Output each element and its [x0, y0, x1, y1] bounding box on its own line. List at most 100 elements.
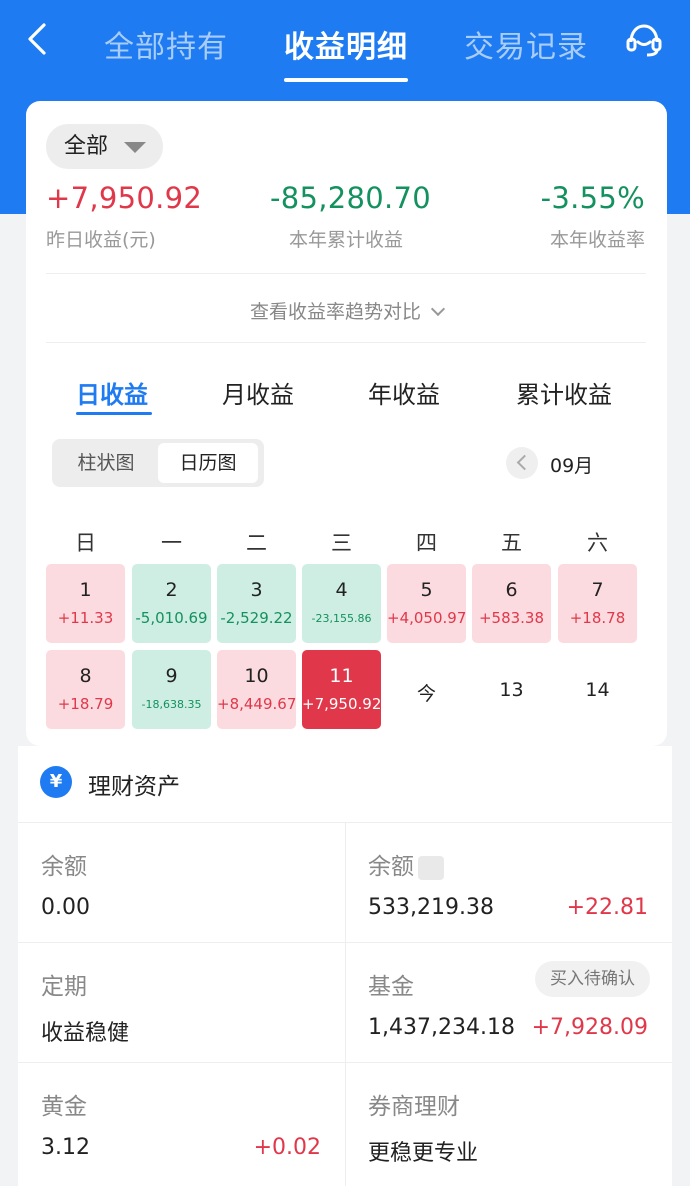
tab-yearly[interactable]: 年收益: [368, 375, 440, 410]
asset-change: +0.02: [253, 1135, 321, 1160]
weekday-label: 二: [246, 531, 267, 555]
weekday-label: 六: [587, 531, 608, 555]
account-filter-label: 全部: [64, 134, 109, 159]
calendar-day-number: 8: [79, 665, 92, 687]
calendar-day[interactable]: 7 +18.78: [558, 564, 637, 643]
divider: [46, 342, 646, 343]
top-tabs: 全部持有 收益明细 交易记录: [0, 14, 690, 84]
pending-confirm-badge: 买入待确认: [535, 961, 650, 997]
stat-label: 昨日收益(元): [46, 229, 156, 251]
asset-value: 533,219.38: [368, 895, 494, 920]
calendar-day-number: 2: [165, 579, 178, 601]
asset-title: 黄金: [41, 1094, 87, 1120]
calendar-day-earning: +18.79: [57, 695, 114, 713]
calendar-day-number: 4: [335, 579, 348, 601]
calendar-day-earning: -18,638.35: [141, 698, 202, 711]
tab-active-indicator: [284, 78, 408, 82]
calendar-day-number: 10: [244, 665, 269, 687]
calendar-day-number: 5: [420, 579, 433, 601]
calendar-day-number: 6: [505, 579, 518, 601]
calendar-day[interactable]: 14: [558, 650, 637, 729]
asset-fund[interactable]: 基金 买入待确认 1,437,234.18 +7,928.09: [345, 943, 672, 1063]
chevron-down-icon: [430, 301, 446, 317]
asset-title-text: 余额: [368, 854, 414, 880]
tab-cumulative[interactable]: 累计收益: [516, 375, 612, 410]
asset-broker[interactable]: 券商理财 更稳更专业: [345, 1063, 672, 1183]
stat-yesterday: +7,950.92 昨日收益(元): [46, 181, 202, 252]
asset-title: 基金: [368, 974, 414, 1000]
calendar-day-earning: +11.33: [57, 609, 114, 627]
asset-value: 3.12: [41, 1135, 90, 1160]
calendar-day[interactable]: 5 +4,050.97: [387, 564, 466, 643]
calendar-day[interactable]: 8 +18.79: [46, 650, 125, 729]
assets-title: 理财资产: [88, 774, 180, 800]
calendar-day-earning: +7,950.92: [302, 695, 382, 713]
calendar-day-number: 14: [585, 679, 610, 701]
headset-icon: [626, 24, 662, 57]
tab-all-holdings[interactable]: 全部持有: [104, 22, 228, 66]
asset-value: 更稳更专业: [368, 1141, 479, 1166]
customer-service-button[interactable]: [624, 20, 664, 60]
asset-title: 定期: [41, 974, 87, 1000]
month-label: 09月: [550, 455, 594, 477]
calendar-day-earning: -2,529.22: [220, 609, 293, 627]
asset-balance-2[interactable]: 余额 533,219.38 +22.81: [345, 823, 672, 943]
weekday-label: 三: [331, 531, 352, 555]
calendar-day[interactable]: 4 -23,155.86: [302, 564, 381, 643]
calendar-day-number: 今: [416, 683, 436, 705]
tab-transactions[interactable]: 交易记录: [464, 22, 588, 66]
calendar-day[interactable]: 今: [387, 650, 466, 729]
calendar-day[interactable]: 13: [472, 650, 551, 729]
calendar-day[interactable]: 9 -18,638.35: [132, 650, 211, 729]
calendar-day[interactable]: 10 +8,449.67: [217, 650, 296, 729]
prev-month-button[interactable]: [506, 447, 538, 479]
bar-chart-option[interactable]: 柱状图: [56, 443, 156, 483]
calendar-day-number: 11: [329, 665, 354, 687]
stat-label: 本年累计收益: [288, 229, 403, 251]
asset-value: 收益稳健: [41, 1021, 130, 1046]
asset-title: 券商理财: [368, 1094, 460, 1120]
earnings-card: 全部 +7,950.92 昨日收益(元) -85,280.70 本年累计收益 -…: [26, 101, 667, 746]
caret-down-icon: [124, 142, 146, 153]
compare-trend-label: 查看收益率趋势对比: [249, 301, 421, 323]
calendar-day[interactable]: 11 +7,950.92: [302, 650, 381, 729]
tab-monthly[interactable]: 月收益: [222, 375, 294, 410]
wealth-assets-section: ¥ 理财资产 余额 0.00 余额 533,219.38 +22.81 定期 收…: [18, 746, 672, 1186]
stat-year-rate: -3.55% 本年收益率: [541, 181, 645, 252]
asset-balance[interactable]: 余额 0.00: [18, 823, 345, 943]
weekday-label: 日: [75, 531, 96, 555]
calendar-day-number: 7: [591, 579, 604, 601]
yen-icon: ¥: [40, 766, 72, 798]
weekday-label: 五: [501, 531, 522, 555]
calendar-day-number: 1: [79, 579, 92, 601]
period-tab-indicator: [76, 412, 152, 415]
asset-value: 0.00: [41, 895, 90, 920]
calendar-day-number: 3: [250, 579, 263, 601]
tab-earnings-detail[interactable]: 收益明细: [284, 22, 408, 66]
asset-title: 余额: [368, 847, 444, 881]
chart-view-toggle: 柱状图 日历图: [52, 439, 264, 487]
calendar-day-earning: +4,050.97: [387, 609, 467, 627]
calendar-option[interactable]: 日历图: [158, 443, 258, 483]
stat-value: -3.55%: [540, 181, 645, 215]
redacted-mark: [418, 855, 444, 880]
calendar-day-number: 13: [499, 679, 524, 701]
calendar-day-earning: +8,449.67: [217, 695, 297, 713]
calendar-day[interactable]: 3 -2,529.22: [217, 564, 296, 643]
asset-change: +22.81: [566, 895, 648, 920]
calendar-day[interactable]: 6 +583.38: [472, 564, 551, 643]
account-filter-dropdown[interactable]: 全部: [46, 124, 163, 169]
compare-trend-toggle[interactable]: 查看收益率趋势对比: [26, 297, 667, 324]
weekday-label: 四: [416, 531, 437, 555]
asset-fixed-term[interactable]: 定期 收益稳健: [18, 943, 345, 1063]
calendar-day-earning: +18.78: [569, 609, 626, 627]
tab-daily[interactable]: 日收益: [76, 375, 148, 410]
asset-value: 1,437,234.18: [368, 1015, 515, 1040]
calendar-day-earning: +583.38: [478, 609, 545, 627]
calendar-day[interactable]: 1 +11.33: [46, 564, 125, 643]
stat-year-total: -85,280.70 本年累计收益: [270, 181, 431, 252]
asset-title: 余额: [41, 854, 87, 880]
calendar-day[interactable]: 2 -5,010.69: [132, 564, 211, 643]
calendar-day-earning: -5,010.69: [135, 609, 208, 627]
asset-gold[interactable]: 黄金 3.12 +0.02: [18, 1063, 345, 1183]
